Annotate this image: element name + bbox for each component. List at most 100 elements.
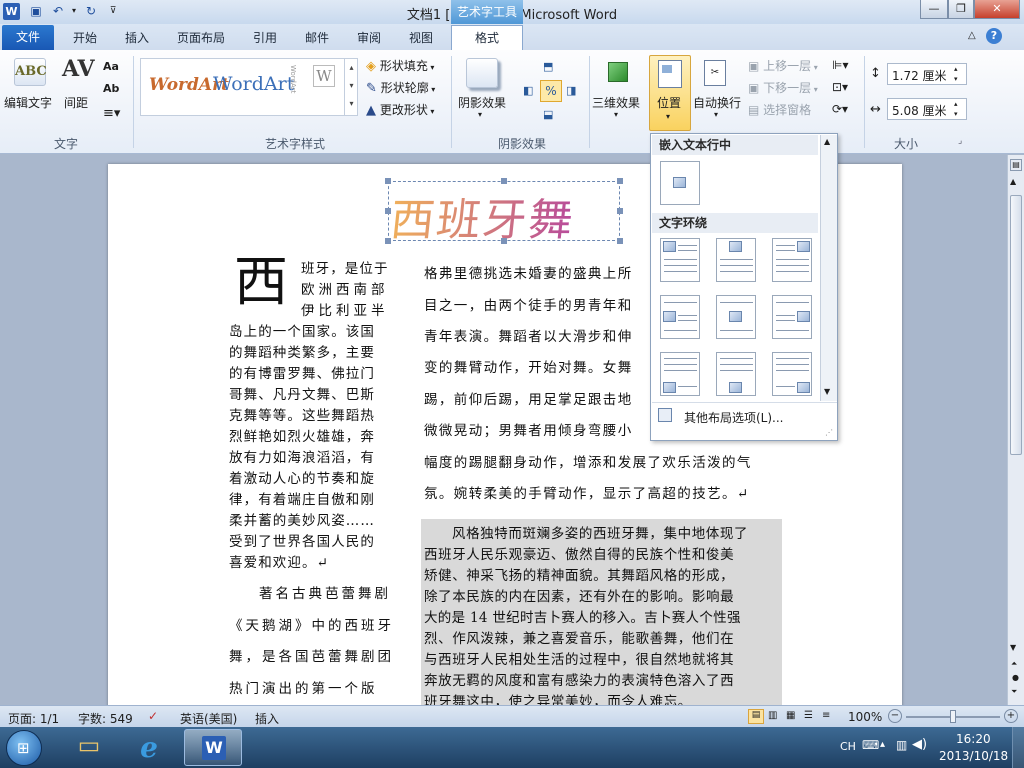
tab-references[interactable]: 引用 bbox=[244, 28, 286, 50]
scroll-up-icon[interactable]: ▲ bbox=[1010, 177, 1016, 186]
zoom-out-icon[interactable]: − bbox=[888, 709, 902, 723]
dropdown-scroll-down-icon[interactable]: ▼ bbox=[824, 387, 830, 396]
tray-expand-icon[interactable]: ▴ bbox=[880, 739, 885, 750]
layout-bottom-center[interactable] bbox=[716, 352, 756, 396]
zoom-in-icon[interactable]: + bbox=[1004, 709, 1018, 723]
edit-text-button[interactable]: ABC 编辑文字 bbox=[4, 56, 56, 116]
layout-middle-center[interactable] bbox=[716, 295, 756, 339]
shadow-toggle-icon[interactable]: % bbox=[540, 80, 562, 102]
explorer-taskbar-icon[interactable]: ▭ bbox=[68, 731, 110, 765]
even-height-icon[interactable]: Aa bbox=[103, 60, 119, 73]
clock-time[interactable]: 16:20 bbox=[956, 732, 991, 746]
volume-icon[interactable]: ◀) bbox=[912, 737, 927, 752]
full-screen-view-icon[interactable]: ▥ bbox=[768, 710, 777, 721]
width-input[interactable]: 5.08 厘米 ▴ ▾ bbox=[887, 98, 967, 120]
ruler-toggle-icon[interactable]: ▤ bbox=[1010, 159, 1022, 171]
resize-handle[interactable] bbox=[501, 178, 507, 184]
vertical-scrollbar[interactable]: ▤ ▲ ▼ ⏶ ● ⏷ bbox=[1007, 155, 1024, 705]
tab-format[interactable]: 格式 bbox=[451, 25, 523, 51]
wrap-text-button[interactable]: ✂ 自动换行 ▾ bbox=[692, 56, 742, 119]
more-layout-options-item[interactable]: 其他布局选项(L)... bbox=[652, 405, 837, 429]
layout-middle-left[interactable] bbox=[660, 295, 700, 339]
help-icon[interactable]: ? bbox=[986, 28, 1002, 44]
align-icon[interactable]: ⊫▾ bbox=[832, 58, 848, 72]
shape-outline-button[interactable]: ✎ 形状轮廓 ▾ bbox=[366, 79, 446, 97]
size-dialog-launcher-icon[interactable]: ⌟ bbox=[958, 136, 962, 146]
browse-object-icon[interactable]: ● bbox=[1012, 673, 1019, 682]
group-icon[interactable]: ⊡▾ bbox=[832, 80, 848, 94]
resize-handle[interactable] bbox=[385, 208, 391, 214]
vertical-text-icon[interactable]: Ab bbox=[103, 82, 119, 95]
layout-bottom-right[interactable] bbox=[772, 352, 812, 396]
language-status[interactable]: 英语(美国) bbox=[180, 710, 237, 727]
web-layout-view-icon[interactable]: ▦ bbox=[786, 710, 795, 721]
minimize-button[interactable]: — bbox=[920, 0, 948, 19]
previous-page-icon[interactable]: ⏶ bbox=[1011, 659, 1017, 669]
layout-top-center[interactable] bbox=[716, 238, 756, 282]
spacing-button[interactable]: AV 间距 bbox=[60, 56, 96, 116]
outline-view-icon[interactable]: ☰ bbox=[804, 710, 813, 721]
network-icon[interactable]: ▥ bbox=[896, 738, 907, 752]
insert-mode-status[interactable]: 插入 bbox=[255, 710, 279, 727]
align-text-icon[interactable]: ≡▾ bbox=[103, 106, 120, 121]
shape-fill-button[interactable]: ◈ 形状填充 ▾ bbox=[366, 57, 446, 75]
page-count[interactable]: 页面: 1/1 bbox=[8, 710, 59, 727]
resize-handle[interactable] bbox=[385, 178, 391, 184]
layout-top-right[interactable] bbox=[772, 238, 812, 282]
next-page-icon[interactable]: ⏷ bbox=[1011, 687, 1017, 697]
clock-date[interactable]: 2013/10/18 bbox=[939, 749, 1008, 763]
position-button[interactable]: 位置 ▾ bbox=[649, 55, 691, 131]
scroll-thumb[interactable] bbox=[1010, 195, 1022, 455]
nudge-shadow-left-icon[interactable]: ◧ bbox=[523, 84, 533, 97]
start-button[interactable]: ⊞ bbox=[6, 730, 42, 766]
zoom-level[interactable]: 100% bbox=[848, 710, 882, 724]
dropdown-scroll-up-icon[interactable]: ▲ bbox=[824, 137, 830, 146]
ie-taskbar-icon[interactable]: e bbox=[128, 731, 170, 765]
tab-insert[interactable]: 插入 bbox=[116, 28, 158, 50]
nudge-shadow-up-icon[interactable]: ⬒ bbox=[543, 60, 553, 73]
layout-top-left[interactable] bbox=[660, 238, 700, 282]
close-button[interactable]: ✕ bbox=[974, 0, 1020, 19]
wordart-style-3[interactable]: WordArt bbox=[289, 65, 297, 93]
layout-middle-right[interactable] bbox=[772, 295, 812, 339]
resize-handle[interactable] bbox=[617, 208, 623, 214]
wordart-object[interactable]: 西班牙舞 bbox=[388, 181, 620, 246]
tab-file[interactable]: 文件 bbox=[2, 25, 54, 50]
resize-handle[interactable] bbox=[617, 238, 623, 244]
tab-view[interactable]: 视图 bbox=[400, 28, 442, 50]
show-desktop-button[interactable] bbox=[1012, 727, 1024, 768]
width-spinner[interactable]: ▴ ▾ bbox=[954, 99, 958, 119]
gallery-scroll[interactable]: ▴ ▾ ▾ bbox=[344, 59, 358, 115]
wordart-style-4[interactable]: W bbox=[313, 65, 335, 87]
tab-home[interactable]: 开始 bbox=[64, 28, 106, 50]
keyboard-icon[interactable]: ⌨ bbox=[862, 738, 879, 752]
word-taskbar-button[interactable]: W bbox=[184, 729, 242, 766]
selection-pane-button[interactable]: ▤ 选择窗格 bbox=[748, 101, 826, 119]
scroll-down-icon[interactable]: ▼ bbox=[1010, 643, 1016, 652]
print-layout-view-icon[interactable]: ▤ bbox=[748, 709, 764, 724]
resize-handle[interactable] bbox=[617, 178, 623, 184]
bring-forward-button[interactable]: ▣ 上移一层 ▾ bbox=[748, 57, 826, 75]
layout-bottom-left[interactable] bbox=[660, 352, 700, 396]
layout-inline[interactable] bbox=[660, 161, 700, 205]
zoom-slider-thumb[interactable] bbox=[950, 710, 956, 723]
word-count[interactable]: 字数: 549 bbox=[78, 710, 133, 727]
shadow-effects-button[interactable]: 阴影效果 ▾ bbox=[456, 56, 512, 119]
wordart-gallery[interactable]: WordArt WordArt WordArt W ▴ ▾ ▾ bbox=[140, 58, 358, 116]
change-shape-button[interactable]: ▲ 更改形状 ▾ bbox=[366, 101, 446, 119]
draft-view-icon[interactable]: ≡ bbox=[822, 710, 830, 721]
minimize-ribbon-icon[interactable]: △ bbox=[968, 30, 976, 41]
send-backward-button[interactable]: ▣ 下移一层 ▾ bbox=[748, 79, 826, 97]
rotate-icon[interactable]: ⟳▾ bbox=[832, 102, 848, 116]
nudge-shadow-right-icon[interactable]: ◨ bbox=[566, 84, 576, 97]
nudge-shadow-down-icon[interactable]: ⬓ bbox=[543, 108, 553, 121]
proofing-icon[interactable]: ✓ bbox=[148, 709, 158, 723]
resize-handle[interactable] bbox=[385, 238, 391, 244]
tab-review[interactable]: 审阅 bbox=[348, 28, 390, 50]
height-input[interactable]: 1.72 厘米 ▴ ▾ bbox=[887, 63, 967, 85]
tab-mailings[interactable]: 邮件 bbox=[296, 28, 338, 50]
wordart-style-2[interactable]: WordArt bbox=[213, 73, 294, 95]
dropdown-resize-grip-icon[interactable]: ⋰ bbox=[825, 428, 833, 437]
3d-effects-button[interactable]: 三维效果 ▾ bbox=[592, 56, 644, 119]
dropdown-scrollbar[interactable]: ▲ ▼ bbox=[820, 135, 837, 401]
